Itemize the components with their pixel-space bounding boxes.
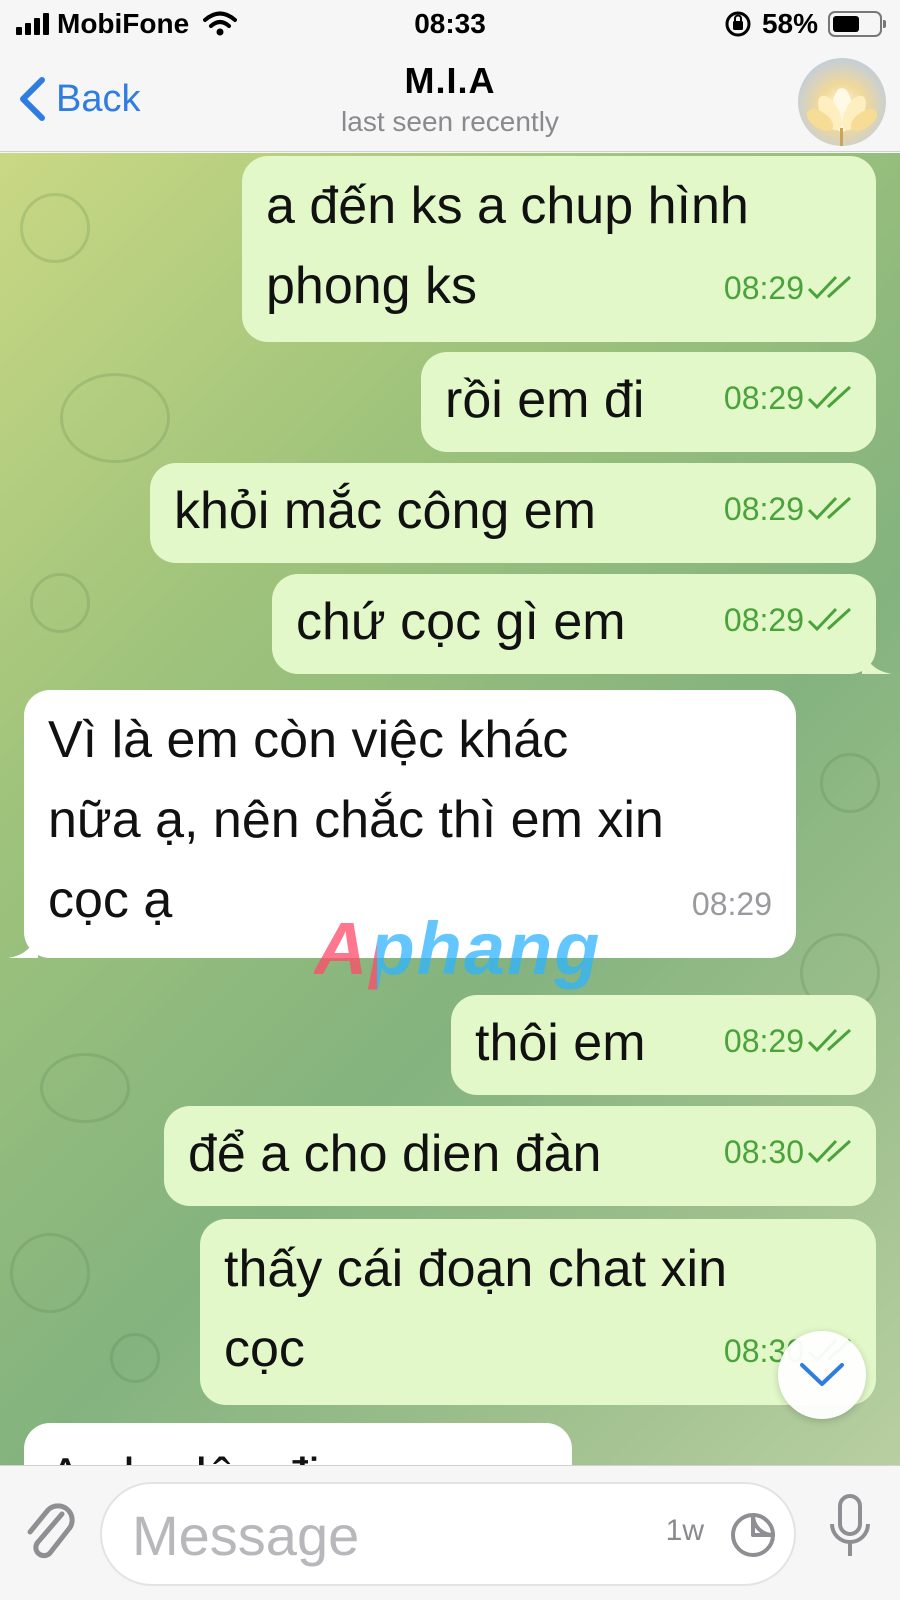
watermark: Aphang [314,907,602,990]
outgoing-message[interactable]: thôi em 08:29 [451,995,876,1095]
orientation-lock-icon [725,11,751,37]
wallpaper-doodle [30,573,90,633]
message-line: nữa ạ, nên chắc thì em xin [48,791,664,849]
message-field: 1w [100,1482,796,1586]
message-time: 08:29 [723,602,804,638]
message-text: để a cho dien đàn [188,1125,602,1183]
outgoing-message[interactable]: a đến ks a chup hình phong ks 08:29 [242,156,876,342]
message-meta: 08:29 [724,580,858,660]
bubble-tail [8,928,38,958]
outgoing-message[interactable]: để a cho dien đàn 08:30 [164,1106,876,1206]
message-time: 08:29 [691,886,772,922]
message-line: a đến ks a chup hình [266,177,749,235]
read-check-icon [807,607,852,632]
sticker-button[interactable] [728,1510,778,1565]
message-text: thôi em [475,1014,646,1072]
wallpaper-doodle [20,193,90,263]
chat-header: Back M.I.A last seen recently [0,50,900,152]
read-check-icon [807,275,852,300]
message-time: 08:30 [723,1134,804,1170]
lotus-avatar-image [806,88,878,146]
message-meta: 08:29 [724,469,858,549]
outgoing-message[interactable]: thấy cái đoạn chat xin cọc 08:30 [200,1219,876,1405]
wallpaper-doodle [110,1333,160,1383]
message-list[interactable]: a đến ks a chup hình phong ks 08:29 rồi … [0,153,900,1465]
wallpaper-doodle [40,1053,130,1123]
read-check-icon [807,1139,852,1164]
message-meta: 08:29 [724,358,858,438]
wallpaper-doodle [60,373,170,463]
message-line: phong ks [266,257,478,315]
battery-fill [833,16,859,32]
bubble-tail [862,644,892,674]
message-text: Vì là em còn việc khác nữa ạ, nên chắc t… [48,700,664,940]
message-meta: 08:29 [692,864,772,944]
read-check-icon [807,496,852,521]
battery-percent: 58% [761,8,818,39]
incoming-message[interactable]: A nhe lên đi [24,1423,572,1465]
message-text: khỏi mắc công em [174,482,596,540]
message-meta: 08:29 [724,248,858,328]
attach-button[interactable] [22,1496,78,1573]
message-time: 08:29 [723,1023,804,1059]
voice-record-button[interactable] [830,1494,870,1571]
status-right: 58% [724,8,886,40]
read-check-icon [807,1028,852,1053]
message-text: chứ cọc gì em [296,593,626,651]
status-bar: MobiFone 08:33 58% [0,0,900,50]
battery-icon [828,11,886,37]
message-composer: 1w [0,1465,900,1600]
chat-title-area[interactable]: M.I.A last seen recently [0,60,900,138]
paperclip-icon [27,1503,75,1559]
chat-title: M.I.A [404,60,496,101]
message-text: A nhe lên đi [48,1437,320,1465]
message-input[interactable] [132,1500,602,1570]
message-time: 08:29 [723,270,804,306]
message-text: rồi em đi [445,371,645,429]
message-line: thấy cái đoạn chat xin [224,1240,727,1298]
outgoing-message[interactable]: khỏi mắc công em 08:29 [150,463,876,563]
message-time: 08:29 [723,491,804,527]
read-check-icon [807,385,852,410]
sticker-icon [731,1513,775,1557]
self-destruct-timer[interactable]: 1w [666,1514,704,1548]
message-meta: 08:29 [724,1001,858,1081]
message-meta: 08:30 [724,1112,858,1192]
microphone-icon [830,1494,870,1556]
chevron-down-icon [800,1363,844,1386]
message-time: 08:29 [723,380,804,416]
message-text: a đến ks a chup hình phong ks [266,166,749,326]
message-line: Vì là em còn việc khác [48,711,569,769]
avatar[interactable] [798,58,886,146]
last-seen-status: last seen recently [341,106,559,137]
message-line: cọc [224,1320,305,1378]
scroll-to-bottom-button[interactable] [778,1331,866,1419]
wallpaper-doodle [10,1233,90,1313]
wallpaper-doodle [820,753,880,813]
outgoing-message[interactable]: rồi em đi 08:29 [421,352,876,452]
outgoing-message[interactable]: chứ cọc gì em 08:29 [272,574,892,674]
message-text: thấy cái đoạn chat xin cọc [224,1229,727,1389]
